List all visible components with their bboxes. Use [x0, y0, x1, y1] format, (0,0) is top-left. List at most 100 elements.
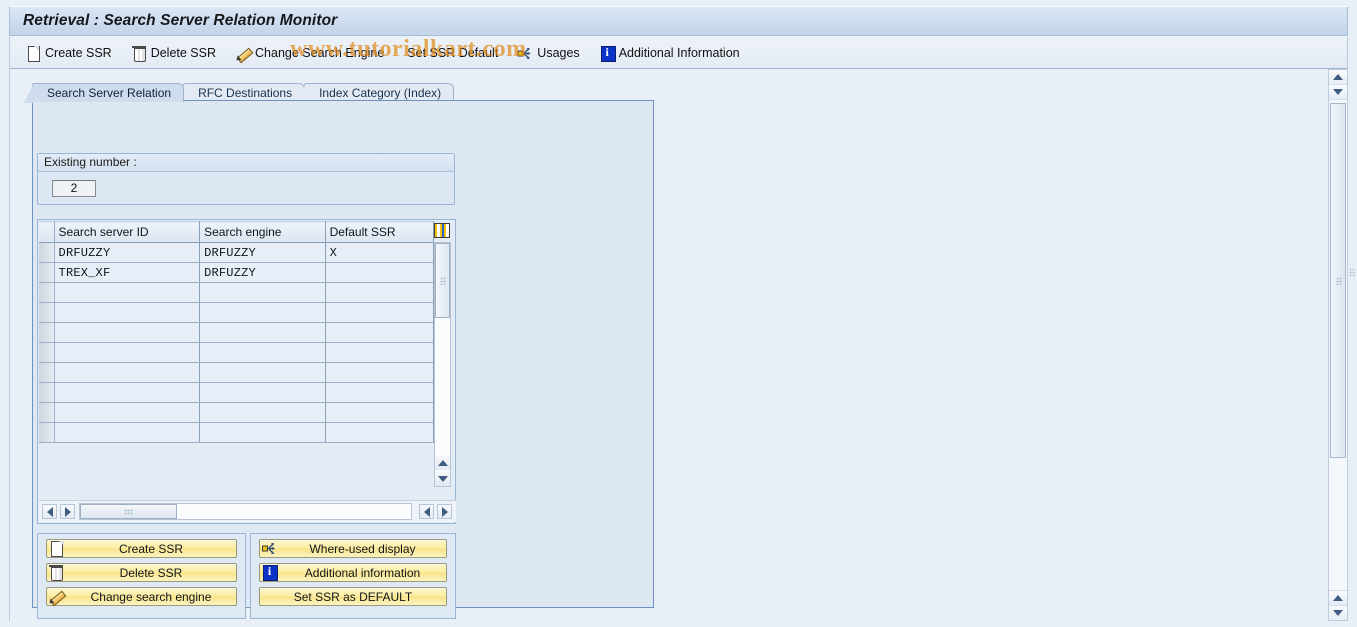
- table-settings-icon[interactable]: [434, 223, 450, 238]
- column-header-default-ssr[interactable]: Default SSR: [325, 221, 435, 243]
- cell-search-server-id[interactable]: TREX_XF: [54, 262, 201, 283]
- cell-search-engine[interactable]: [199, 322, 326, 343]
- toolbar-set-ssr-default-label: Set SSR Default: [407, 45, 499, 60]
- toolbar-additional-information-button[interactable]: Additional Information: [596, 41, 748, 65]
- change-search-engine-button[interactable]: Change search engine: [46, 587, 237, 606]
- window-page-up-button[interactable]: [1329, 590, 1347, 605]
- cell-default-ssr[interactable]: [325, 342, 435, 363]
- create-ssr-button[interactable]: Create SSR: [46, 539, 237, 558]
- tab-search-server-relation[interactable]: Search Server Relation: [23, 83, 185, 103]
- row-selector[interactable]: [39, 402, 55, 423]
- chevron-down-icon: [1333, 610, 1343, 616]
- cell-search-engine[interactable]: [199, 302, 326, 323]
- cell-default-ssr[interactable]: [325, 302, 435, 323]
- row-selector[interactable]: [39, 262, 55, 283]
- delete-ssr-button-label: Delete SSR: [119, 565, 183, 580]
- cell-search-engine[interactable]: [199, 342, 326, 363]
- row-selector[interactable]: [39, 302, 55, 323]
- row-selector[interactable]: [39, 422, 55, 443]
- cell-default-ssr[interactable]: X: [325, 242, 435, 263]
- cell-search-engine[interactable]: [199, 402, 326, 423]
- cell-search-engine[interactable]: [199, 422, 326, 443]
- info-icon: [261, 564, 279, 581]
- cell-search-server-id[interactable]: [54, 402, 201, 423]
- table-row[interactable]: [39, 322, 435, 343]
- toolbar-create-ssr-button[interactable]: Create SSR: [22, 41, 120, 65]
- table-page-right-button[interactable]: [437, 504, 452, 519]
- row-selector[interactable]: [39, 382, 55, 403]
- select-all-cell[interactable]: [39, 221, 55, 243]
- table-row[interactable]: [39, 302, 435, 323]
- toolbar-set-ssr-default-button[interactable]: Set SSR Default: [400, 41, 506, 65]
- cell-default-ssr[interactable]: [325, 422, 435, 443]
- table-vertical-scrollbar[interactable]: [434, 242, 451, 487]
- table-horizontal-scrollbar-row: [39, 500, 456, 522]
- tab-strip: Search Server Relation RFC Destinations …: [23, 82, 455, 103]
- cell-search-server-id[interactable]: [54, 362, 201, 383]
- table-row[interactable]: DRFUZZY DRFUZZY X: [39, 242, 435, 263]
- row-selector[interactable]: [39, 282, 55, 303]
- toolbar-create-ssr-label: Create SSR: [45, 45, 112, 60]
- cell-default-ssr[interactable]: [325, 262, 435, 283]
- cell-search-server-id[interactable]: [54, 342, 201, 363]
- row-selector[interactable]: [39, 242, 55, 263]
- cell-default-ssr[interactable]: [325, 382, 435, 403]
- table-scroll-down-button[interactable]: [435, 471, 450, 486]
- additional-information-button[interactable]: Additional information: [259, 563, 447, 582]
- cell-default-ssr[interactable]: [325, 282, 435, 303]
- row-selector[interactable]: [39, 362, 55, 383]
- table-page-left-button[interactable]: [419, 504, 434, 519]
- set-ssr-as-default-button-label: Set SSR as DEFAULT: [293, 589, 413, 604]
- set-ssr-as-default-button[interactable]: Set SSR as DEFAULT: [259, 587, 447, 606]
- cell-search-server-id[interactable]: [54, 302, 201, 323]
- table-row[interactable]: [39, 282, 435, 303]
- cell-search-engine[interactable]: [199, 282, 326, 303]
- where-used-display-button[interactable]: Where-used display: [259, 539, 447, 558]
- existing-number-value[interactable]: 2: [52, 180, 96, 197]
- chevron-left-icon: [423, 506, 430, 517]
- window-vertical-scrollbar-thumb[interactable]: [1330, 103, 1346, 458]
- window-page-down-button[interactable]: [1329, 605, 1347, 620]
- toolbar-delete-ssr-button[interactable]: Delete SSR: [128, 41, 224, 65]
- toolbar-change-search-engine-button[interactable]: Change Search Engine: [232, 41, 392, 65]
- column-header-search-server-id[interactable]: Search server ID: [54, 221, 201, 243]
- cell-search-server-id[interactable]: [54, 382, 201, 403]
- cell-search-server-id[interactable]: DRFUZZY: [54, 242, 201, 263]
- cell-default-ssr[interactable]: [325, 402, 435, 423]
- column-header-search-engine[interactable]: Search engine: [199, 221, 326, 243]
- pencil-icon: [235, 45, 251, 61]
- cell-search-server-id[interactable]: [54, 282, 201, 303]
- toolbar-usages-button[interactable]: Usages: [514, 41, 587, 65]
- cell-search-engine[interactable]: [199, 362, 326, 383]
- cell-search-engine[interactable]: DRFUZZY: [199, 242, 326, 263]
- table-horizontal-scrollbar-thumb[interactable]: [80, 504, 177, 519]
- window-scroll-down-button[interactable]: [1329, 85, 1347, 100]
- table-scroll-right-button[interactable]: [60, 504, 75, 519]
- table-row[interactable]: TREX_XF DRFUZZY: [39, 262, 435, 283]
- table-horizontal-scrollbar-track[interactable]: [79, 503, 412, 520]
- cell-search-server-id[interactable]: [54, 422, 201, 443]
- cell-default-ssr[interactable]: [325, 362, 435, 383]
- window-resize-grip[interactable]: [1349, 268, 1356, 278]
- table-scroll-up-button[interactable]: [435, 455, 450, 470]
- table-row[interactable]: [39, 402, 435, 423]
- table-row[interactable]: [39, 382, 435, 403]
- table-scroll-left-button[interactable]: [42, 504, 57, 519]
- table-row[interactable]: [39, 362, 435, 383]
- row-selector[interactable]: [39, 342, 55, 363]
- cell-search-server-id[interactable]: [54, 322, 201, 343]
- cell-search-engine[interactable]: [199, 382, 326, 403]
- create-ssr-button-label: Create SSR: [118, 541, 184, 556]
- toolbar-change-search-engine-label: Change Search Engine: [255, 45, 385, 60]
- cell-search-engine[interactable]: DRFUZZY: [199, 262, 326, 283]
- sap-gui-window: Retrieval : Search Server Relation Monit…: [0, 0, 1357, 627]
- table-row[interactable]: [39, 342, 435, 363]
- window-vertical-scrollbar[interactable]: [1328, 69, 1348, 621]
- window-scroll-up-button[interactable]: [1329, 70, 1347, 85]
- cell-default-ssr[interactable]: [325, 322, 435, 343]
- row-selector[interactable]: [39, 322, 55, 343]
- delete-ssr-button[interactable]: Delete SSR: [46, 563, 237, 582]
- page-title: Retrieval : Search Server Relation Monit…: [23, 12, 338, 29]
- table-vertical-scrollbar-thumb[interactable]: [435, 243, 450, 318]
- table-row[interactable]: [39, 422, 435, 443]
